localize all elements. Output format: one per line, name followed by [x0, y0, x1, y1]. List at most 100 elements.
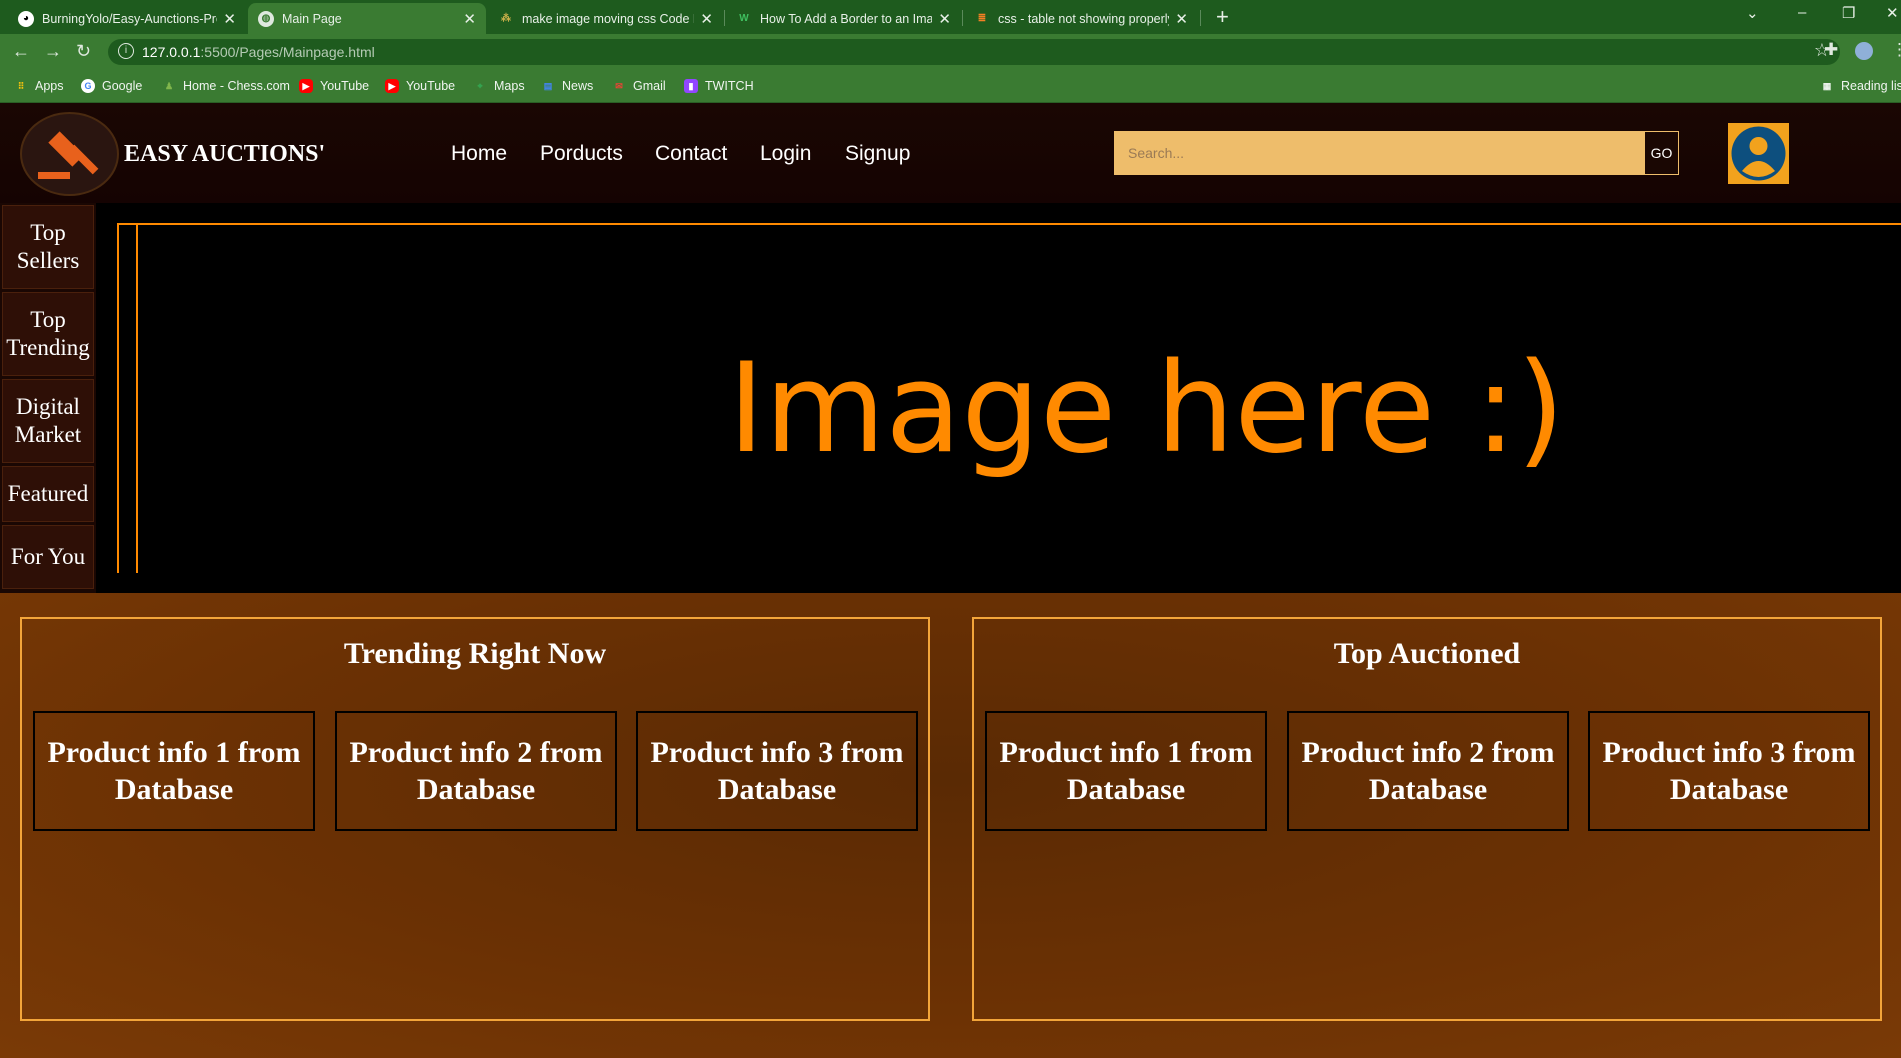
menu-dots-icon[interactable]: ⋮ — [1891, 40, 1901, 60]
product-card[interactable]: Product info 1 from Database — [985, 711, 1267, 831]
tab-title: How To Add a Border to an Imag — [760, 11, 933, 26]
hero-border-left-inner — [136, 223, 138, 573]
hero-border-left — [117, 223, 119, 573]
site-header: EASY AUCTIONS' Home Porducts Contact Log… — [0, 103, 1901, 203]
hero-banner: Image here :) — [96, 203, 1901, 593]
bookmark-news[interactable]: ▤ News — [541, 70, 594, 102]
bookmark-google[interactable]: G Google — [81, 70, 142, 102]
sidebar-item-for-you[interactable]: For You — [2, 525, 94, 589]
web-page: EASY AUCTIONS' Home Porducts Contact Log… — [0, 103, 1901, 1058]
nav-link-login[interactable]: Login — [760, 142, 811, 166]
search-go-button[interactable]: GO — [1644, 131, 1679, 175]
browser-tab[interactable]: ⁂ make image moving css Code Ex ✕ — [488, 3, 723, 34]
new-tab-icon[interactable]: + — [1216, 4, 1229, 30]
sidebar-item-featured[interactable]: Featured — [2, 466, 94, 522]
bookmark-label: News — [562, 79, 594, 93]
user-avatar-icon[interactable] — [1728, 123, 1789, 184]
browser-tab[interactable]: ≣ css - table not showing properly ✕ — [964, 3, 1198, 34]
maps-icon: ⌖ — [477, 80, 483, 91]
sidebar-item-top-trending[interactable]: Top Trending — [2, 292, 94, 376]
sidebar-item-digital-market[interactable]: Digital Market — [2, 379, 94, 463]
url-text: 127.0.0.1:5500/Pages/Mainpage.html — [142, 44, 375, 60]
close-icon[interactable]: ✕ — [700, 10, 713, 28]
product-card[interactable]: Product info 2 from Database — [335, 711, 617, 831]
google-icon: G — [81, 79, 95, 93]
nav-link-contact[interactable]: Contact — [655, 142, 727, 166]
trending-section: Trending Right Now Product info 1 from D… — [20, 617, 930, 1021]
bookmark-label: Apps — [35, 79, 64, 93]
hero-border-top — [117, 223, 1901, 225]
twitch-icon: ▮ — [684, 79, 698, 93]
bookmark-label: YouTube — [320, 79, 370, 93]
extensions-puzzle-icon[interactable]: ✚ — [1824, 40, 1838, 60]
github-icon: ◕ — [18, 10, 34, 27]
bookmark-apps[interactable]: ⠿ Apps — [14, 70, 64, 102]
tab-title: BurningYolo/Easy-Aunctions-Pro — [42, 11, 218, 26]
browser-tab-strip: ◕ BurningYolo/Easy-Aunctions-Pro ✕ ◍ Mai… — [0, 0, 1901, 34]
tab-title: Main Page — [282, 11, 342, 26]
search-input[interactable] — [1114, 131, 1644, 175]
tab-separator — [724, 10, 725, 26]
gmail-icon: ✉ — [615, 80, 623, 91]
nav-link-signup[interactable]: Signup — [845, 142, 910, 166]
bookmark-label: YouTube — [406, 79, 456, 93]
section-title: Trending Right Now — [343, 637, 607, 670]
bookmark-youtube[interactable]: ▶ YouTube — [385, 70, 455, 102]
sidebar-item-top-sellers[interactable]: Top Sellers — [2, 205, 94, 289]
address-toolbar: ← → ↻ i 127.0.0.1:5500/Pages/Mainpage.ht… — [0, 34, 1901, 70]
apps-grid-icon: ⠿ — [17, 80, 25, 91]
bookmark-chess[interactable]: ♟ Home - Chess.com — [162, 70, 290, 102]
reading-list-icon: ▦ — [1822, 80, 1832, 91]
category-sidebar: Top Sellers Top Trending Digital Market … — [0, 203, 96, 593]
tab-title: make image moving css Code Ex — [522, 11, 695, 26]
reload-icon[interactable]: ↻ — [76, 41, 91, 62]
globe-icon: ◍ — [258, 10, 274, 27]
youtube-icon: ▶ — [385, 79, 399, 93]
bookmark-label: Google — [102, 79, 143, 93]
back-arrow-icon[interactable]: ← — [12, 41, 30, 62]
youtube-icon: ▶ — [299, 79, 313, 93]
section-title: Top Auctioned — [1333, 637, 1521, 670]
bookmark-gmail[interactable]: ✉ Gmail — [612, 70, 666, 102]
bookmark-label: Home - Chess.com — [183, 79, 290, 93]
bookmark-maps[interactable]: ⌖ Maps — [473, 70, 525, 102]
gavel-logo-icon[interactable] — [20, 112, 119, 196]
site-info-icon[interactable]: i — [118, 43, 134, 59]
close-icon[interactable]: ✕ — [938, 10, 951, 28]
restore-icon[interactable]: ❐ — [1842, 4, 1855, 22]
top-auctioned-section: Top Auctioned Product info 1 from Databa… — [972, 617, 1882, 1021]
grepper-icon: ⁂ — [501, 13, 511, 24]
product-card[interactable]: Product info 3 from Database — [1588, 711, 1870, 831]
forward-arrow-icon[interactable]: → — [44, 41, 62, 62]
tab-search-icon[interactable]: ⌄ — [1746, 4, 1759, 22]
close-icon[interactable]: ✕ — [463, 10, 476, 28]
url-bar[interactable]: i 127.0.0.1:5500/Pages/Mainpage.html ☆ — [108, 39, 1840, 65]
bookmark-youtube[interactable]: ▶ YouTube — [299, 70, 369, 102]
profile-avatar-icon[interactable] — [1855, 42, 1873, 60]
bookmarks-bar: ⠿ Apps G Google ♟ Home - Chess.com ▶ You… — [0, 70, 1901, 103]
close-window-icon[interactable]: ✕ — [1886, 4, 1899, 22]
bookmark-label: Gmail — [633, 79, 666, 93]
tab-separator — [962, 10, 963, 26]
bookmark-label: Reading lis — [1841, 79, 1901, 93]
product-card[interactable]: Product info 1 from Database — [33, 711, 315, 831]
chess-pawn-icon: ♟ — [164, 80, 174, 91]
bookmark-twitch[interactable]: ▮ TWITCH — [684, 70, 754, 102]
w3schools-icon: W — [739, 13, 749, 24]
browser-tab[interactable]: ◕ BurningYolo/Easy-Aunctions-Pro ✕ — [8, 3, 246, 34]
close-icon[interactable]: ✕ — [223, 10, 236, 28]
bookmark-label: Maps — [494, 79, 525, 93]
minimize-icon[interactable]: – — [1798, 4, 1806, 21]
content-area: Trending Right Now Product info 1 from D… — [0, 593, 1901, 1058]
product-card[interactable]: Product info 2 from Database — [1287, 711, 1569, 831]
nav-link-home[interactable]: Home — [451, 142, 507, 166]
reading-list[interactable]: ▦ Reading lis — [1820, 70, 1901, 102]
stackoverflow-icon: ≣ — [977, 13, 987, 24]
browser-tab[interactable]: W How To Add a Border to an Imag ✕ — [726, 3, 961, 34]
tab-separator — [1200, 10, 1201, 26]
close-icon[interactable]: ✕ — [1175, 10, 1188, 28]
news-icon: ▤ — [543, 80, 553, 91]
product-card[interactable]: Product info 3 from Database — [636, 711, 918, 831]
nav-link-products[interactable]: Porducts — [540, 142, 623, 166]
browser-tab-active[interactable]: ◍ Main Page ✕ — [248, 3, 486, 34]
